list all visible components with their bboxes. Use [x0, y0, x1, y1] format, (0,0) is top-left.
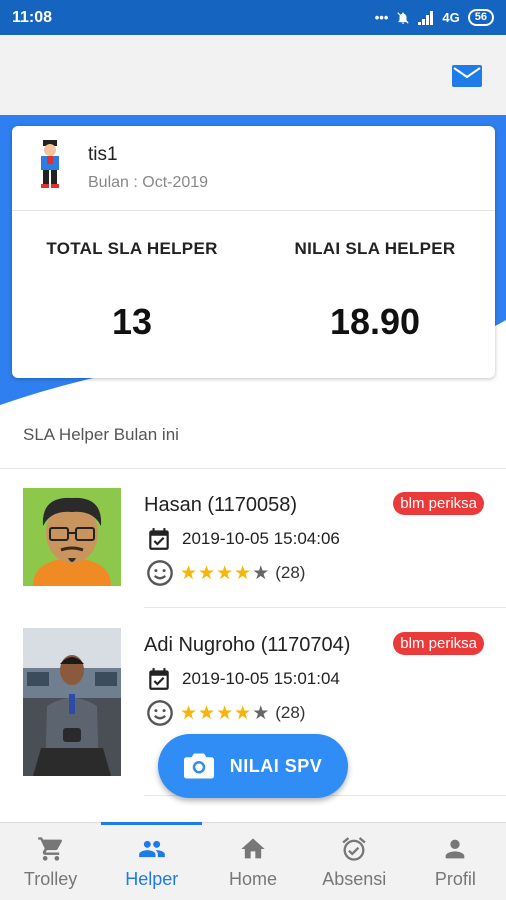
nav-absensi[interactable]: Absensi [304, 823, 405, 900]
date-row: 2019-10-05 15:04:06 [146, 526, 340, 552]
network-type: 4G [442, 10, 460, 25]
date-row: 2019-10-05 15:01:04 [146, 666, 340, 692]
star-rating: ★ ★ ★ ★ ★ [180, 704, 269, 723]
total-sla-value: 13 [111, 301, 153, 342]
nav-home[interactable]: Home [202, 823, 303, 900]
rating-count: (28) [275, 563, 306, 582]
signal-icon [418, 10, 434, 25]
star-icon: ★ [180, 702, 198, 724]
rating-row: ★ ★ ★ ★ ★ (28) [146, 559, 305, 587]
calendar-check-icon [149, 528, 169, 550]
star-icon: ★ [198, 562, 216, 584]
section-divider [0, 468, 506, 469]
nav-label: Absensi [322, 869, 387, 889]
rate-spv-button[interactable]: NILAI SPV [158, 734, 348, 798]
people-icon [138, 840, 165, 858]
rating-row: ★ ★ ★ ★ ★ (28) [146, 699, 305, 727]
summary-card: tis1 Bulan : Oct-2019 TOTAL SLA HELPER 1… [12, 126, 495, 378]
bottom-navigation: Trolley Helper Home Absensi Profil [0, 822, 506, 900]
status-badge: blm periksa [393, 492, 484, 515]
alarm-icon [342, 837, 366, 861]
helper-name: Hasan (1170058) [144, 494, 298, 516]
person-icon [446, 839, 465, 859]
app-bar [0, 35, 506, 115]
star-icon: ★ [216, 702, 234, 724]
star-icon: ★ [252, 702, 270, 724]
helper-name: Adi Nugroho (1170704) [144, 634, 351, 656]
mail-icon[interactable] [452, 65, 482, 87]
score-sla-value: 18.90 [329, 301, 421, 342]
status-badge: blm periksa [393, 632, 484, 655]
bell-off-icon [397, 11, 410, 24]
rating-count: (28) [275, 703, 306, 722]
helper-datetime: 2019-10-05 15:01:04 [182, 669, 340, 688]
star-icon: ★ [234, 562, 252, 584]
helper-datetime: 2019-10-05 15:04:06 [182, 529, 340, 548]
nav-profil[interactable]: Profil [405, 823, 506, 900]
nav-label: Trolley [23, 869, 78, 889]
star-icon: ★ [180, 562, 198, 584]
item-divider [144, 607, 506, 608]
calendar-check-icon [149, 668, 169, 690]
user-name: tis1 [88, 144, 118, 165]
user-avatar-icon [41, 140, 59, 188]
smiley-icon [147, 560, 173, 586]
score-sla-stat: NILAI SLA HELPER 18.90 [255, 239, 495, 343]
total-sla-stat: TOTAL SLA HELPER 13 [12, 239, 252, 343]
score-sla-label: NILAI SLA HELPER [294, 239, 456, 258]
star-icon: ★ [234, 702, 252, 724]
helper-photo [23, 628, 121, 776]
user-header: tis1 Bulan : Oct-2019 [12, 126, 495, 211]
total-sla-label: TOTAL SLA HELPER [46, 239, 218, 258]
status-time: 11:08 [12, 8, 53, 26]
home-icon [241, 838, 265, 859]
cart-icon [37, 837, 62, 861]
month-label: Bulan : Oct-2019 [88, 174, 209, 191]
status-bar: 11:08 ••• 4G 56 [0, 0, 506, 35]
battery-icon: 56 [467, 9, 494, 26]
star-icon: ★ [216, 562, 234, 584]
helper-photo [23, 488, 121, 586]
nav-label: Helper [125, 869, 179, 889]
star-icon: ★ [252, 562, 270, 584]
star-icon: ★ [198, 702, 216, 724]
status-icons: ••• 4G 56 [375, 9, 494, 26]
fab-label: NILAI SPV [229, 755, 323, 776]
smiley-icon [147, 700, 173, 726]
nav-trolley[interactable]: Trolley [0, 823, 101, 900]
nav-label: Home [229, 869, 278, 889]
nav-helper[interactable]: Helper [101, 822, 203, 900]
star-rating: ★ ★ ★ ★ ★ [180, 564, 269, 583]
camera-icon [183, 753, 214, 779]
section-title: SLA Helper Bulan ini [23, 425, 179, 444]
nav-label: Profil [434, 869, 476, 889]
more-dots-icon: ••• [374, 10, 389, 25]
